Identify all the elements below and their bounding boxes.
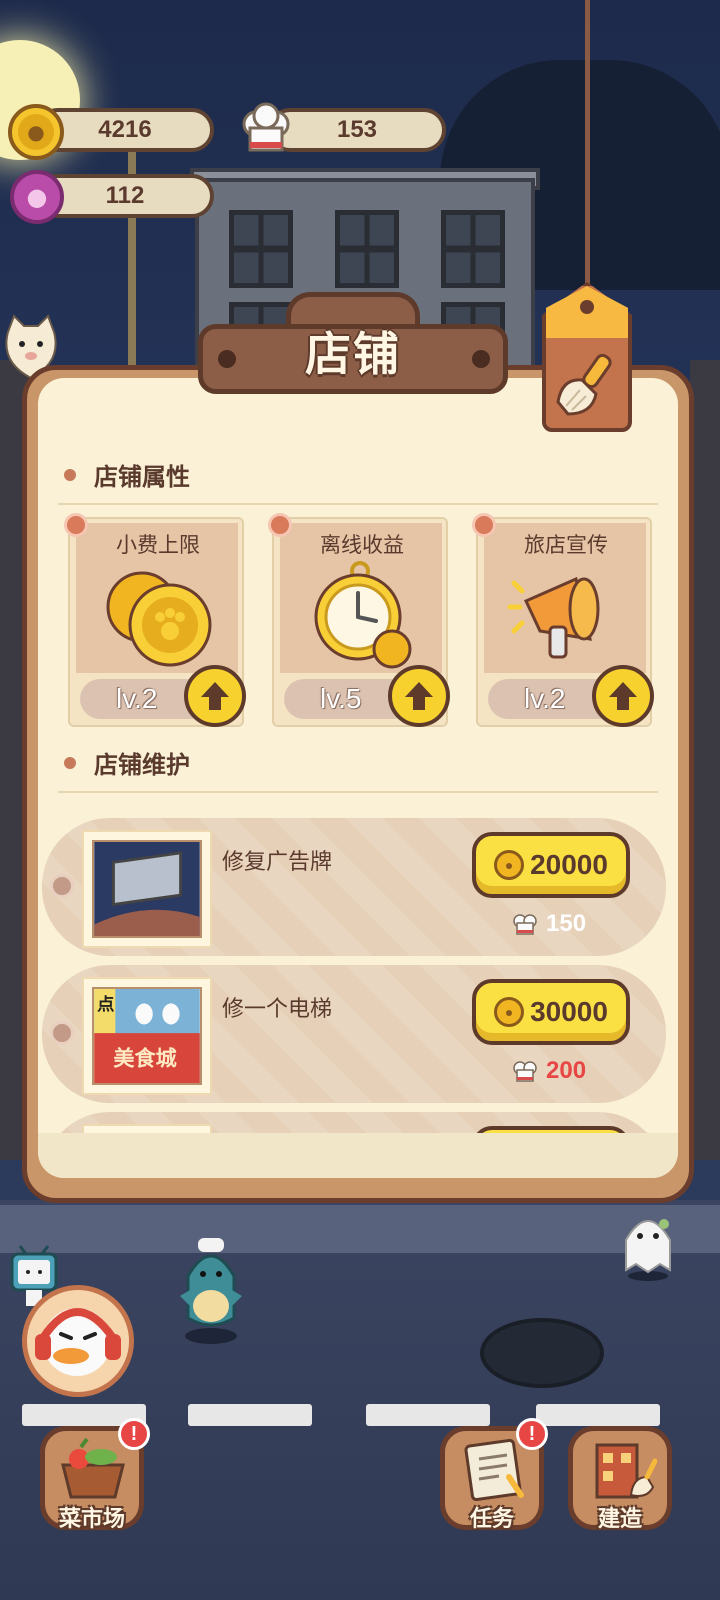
chef-hat-icon	[513, 1061, 537, 1082]
svg-text:点: 点	[97, 994, 114, 1015]
coin-icon: ●	[494, 997, 525, 1027]
chef-hat-icon	[513, 914, 537, 935]
market-label: 菜市场	[58, 1507, 125, 1532]
building-window	[335, 210, 399, 288]
broom-icon[interactable]	[552, 350, 622, 420]
coin-count: 4216	[98, 116, 152, 143]
svg-text:美食城: 美食城	[113, 1046, 176, 1071]
maintenance-row-billboard[interactable]: 修复广告牌 ● 20000 150	[42, 818, 666, 956]
pocket-watch-icon	[314, 561, 412, 669]
elevator-photo: 点 美食城	[82, 977, 212, 1095]
section-divider	[58, 503, 658, 505]
upgrade-button[interactable]	[592, 665, 654, 727]
building-window	[441, 210, 505, 288]
ghost-character[interactable]	[620, 1206, 676, 1282]
crosswalk-stripe	[366, 1404, 490, 1426]
tag-hole	[580, 300, 594, 314]
building-broom-icon	[595, 1443, 657, 1499]
arrow-up-icon	[405, 682, 433, 710]
paw-gem-count: 112	[105, 182, 145, 209]
build-button[interactable]: 建造	[568, 1426, 672, 1532]
maintenance-row-partial[interactable]	[42, 1112, 666, 1133]
attr-card-label: 小费上限	[116, 533, 200, 557]
coin-icon: ●	[494, 850, 525, 880]
vegetable-basket-icon	[61, 1437, 125, 1499]
item-photo	[82, 1124, 212, 1133]
building-window	[229, 210, 293, 288]
megaphone-icon	[507, 576, 600, 659]
section-divider	[58, 791, 658, 793]
shark-chef-character[interactable]	[176, 1236, 246, 1346]
coin-price-button[interactable]: ● 30000	[472, 979, 630, 1045]
crosswalk-stripe	[188, 1404, 312, 1426]
attr-card-label: 离线收益	[320, 533, 404, 557]
right-wall	[690, 360, 720, 1160]
tasks-label: 任务	[469, 1507, 514, 1532]
chef-hat-cost-insufficient: 200	[512, 1057, 586, 1085]
build-label: 建造	[597, 1507, 642, 1532]
chef-hat-count: 153	[336, 116, 378, 143]
upgrade-button[interactable]	[388, 665, 450, 727]
maintenance-item-name: 修复广告牌	[222, 850, 333, 875]
street	[0, 1200, 720, 1600]
panel-footer	[38, 1133, 678, 1178]
paw-coin-icon: ●	[8, 104, 64, 160]
duck-headphones-icon	[35, 1308, 121, 1376]
billboard-photo	[82, 830, 212, 948]
crosswalk-stripe	[536, 1404, 660, 1426]
market-alert-badge: !	[118, 1418, 150, 1450]
manhole-cover	[480, 1318, 604, 1388]
upgrade-button[interactable]	[184, 665, 246, 727]
chef-hat-counter[interactable]: 153	[268, 108, 446, 152]
sidewalk	[0, 1205, 720, 1253]
coins-icon	[106, 571, 212, 667]
coin-price-button[interactable]: ● 20000	[472, 832, 630, 898]
chef-hat-icon	[242, 102, 290, 152]
coin-price-button[interactable]	[472, 1126, 630, 1133]
duck-avatar-button[interactable]	[22, 1285, 134, 1397]
arrow-up-icon	[609, 682, 637, 710]
panel-scroll-area[interactable]: 店铺属性 小费上限 lv.2 离线收益 lv.5 旅店宣传 lv.2 店铺维护 …	[38, 445, 678, 1133]
chef-hat-cost: 150	[512, 910, 586, 938]
section-title-maintenance: 店铺维护	[64, 745, 190, 780]
arrow-up-icon	[201, 682, 229, 710]
maintenance-item-name: 修一个电梯	[222, 997, 333, 1022]
attr-card-tip-limit[interactable]: 小费上限 lv.2	[64, 513, 246, 727]
maintenance-row-elevator[interactable]: 点 美食城 修一个电梯 ● 30000 200	[42, 965, 666, 1103]
tasks-alert-badge: !	[516, 1418, 548, 1450]
section-title-attributes: 店铺属性	[64, 457, 190, 492]
panel-title: 店铺	[305, 327, 401, 381]
tag-string	[585, 0, 590, 300]
attr-card-label: 旅店宣传	[524, 533, 608, 557]
attr-card-inn-promotion[interactable]: 旅店宣传 lv.2	[472, 513, 654, 727]
purple-paw-icon: ●	[10, 170, 64, 224]
attr-card-offline-income[interactable]: 离线收益 lv.5	[268, 513, 450, 727]
task-scroll-icon	[464, 1438, 524, 1501]
